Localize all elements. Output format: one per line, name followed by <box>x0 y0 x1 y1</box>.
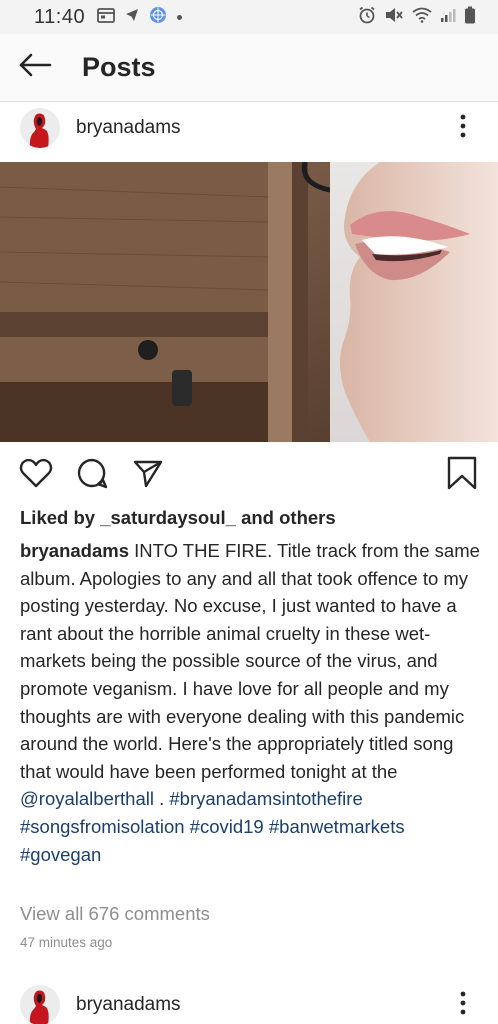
paper-plane-icon <box>133 458 163 493</box>
likes-summary[interactable]: Liked by _saturdaysoul_ and others <box>20 507 336 529</box>
next-post-header: bryanadams <box>0 977 498 1024</box>
battery-icon <box>464 6 476 29</box>
post-header: bryanadams <box>0 100 498 156</box>
hashtag-link[interactable]: #govegan <box>20 844 101 865</box>
post-caption: bryanadams INTO THE FIRE. Title track fr… <box>20 537 482 868</box>
status-bar: 11:40 <box>0 0 498 34</box>
mute-icon <box>384 7 404 28</box>
alarm-icon <box>358 6 376 29</box>
post-timestamp: 47 minutes ago <box>20 935 113 950</box>
un-globe-icon <box>149 6 167 29</box>
avatar[interactable] <box>20 108 60 148</box>
comment-icon <box>76 457 108 494</box>
post-username[interactable]: bryanadams <box>76 117 181 139</box>
caption-username[interactable]: bryanadams <box>20 540 129 561</box>
mention-link[interactable]: @royalalberthall <box>20 788 154 809</box>
post-image[interactable] <box>0 162 498 442</box>
page-title: Posts <box>82 52 156 82</box>
back-button[interactable] <box>0 34 70 102</box>
notification-dot-icon <box>177 14 183 20</box>
caption-text: INTO THE FIRE. Title track from the same… <box>20 540 480 782</box>
more-vertical-icon <box>460 991 466 1020</box>
wifi-icon <box>412 7 432 28</box>
likes-user-link[interactable]: _saturdaysoul_ <box>100 507 236 528</box>
view-comments-link[interactable]: View all 676 comments <box>20 903 210 925</box>
post-actions <box>0 448 498 502</box>
more-vertical-icon <box>460 114 466 143</box>
heart-icon <box>19 458 53 493</box>
avatar[interactable] <box>20 985 60 1024</box>
status-time: 11:40 <box>34 5 86 28</box>
bookmark-icon <box>447 456 477 495</box>
signal-icon <box>440 7 456 28</box>
caption-after-mention: . <box>153 788 170 810</box>
hashtag-link[interactable]: #banwetmarkets <box>269 816 405 837</box>
hashtag-link[interactable]: #covid19 <box>190 816 264 837</box>
more-options-button[interactable] <box>448 108 478 148</box>
telegram-icon <box>125 8 139 27</box>
hashtag-link[interactable]: #songsfromisolation <box>20 816 185 837</box>
arrow-left-icon <box>18 53 52 82</box>
share-button[interactable] <box>130 457 166 493</box>
likes-suffix: and others <box>235 507 336 528</box>
more-options-button[interactable] <box>448 985 478 1024</box>
calendar-icon <box>97 7 115 28</box>
comment-button[interactable] <box>74 457 110 493</box>
next-post-username[interactable]: bryanadams <box>76 994 181 1016</box>
likes-prefix: Liked by <box>20 507 101 528</box>
app-bar: Posts <box>0 34 498 102</box>
save-button[interactable] <box>444 456 480 495</box>
hashtag-link[interactable]: #bryanadamsintothefire <box>169 788 362 809</box>
like-button[interactable] <box>18 457 54 493</box>
